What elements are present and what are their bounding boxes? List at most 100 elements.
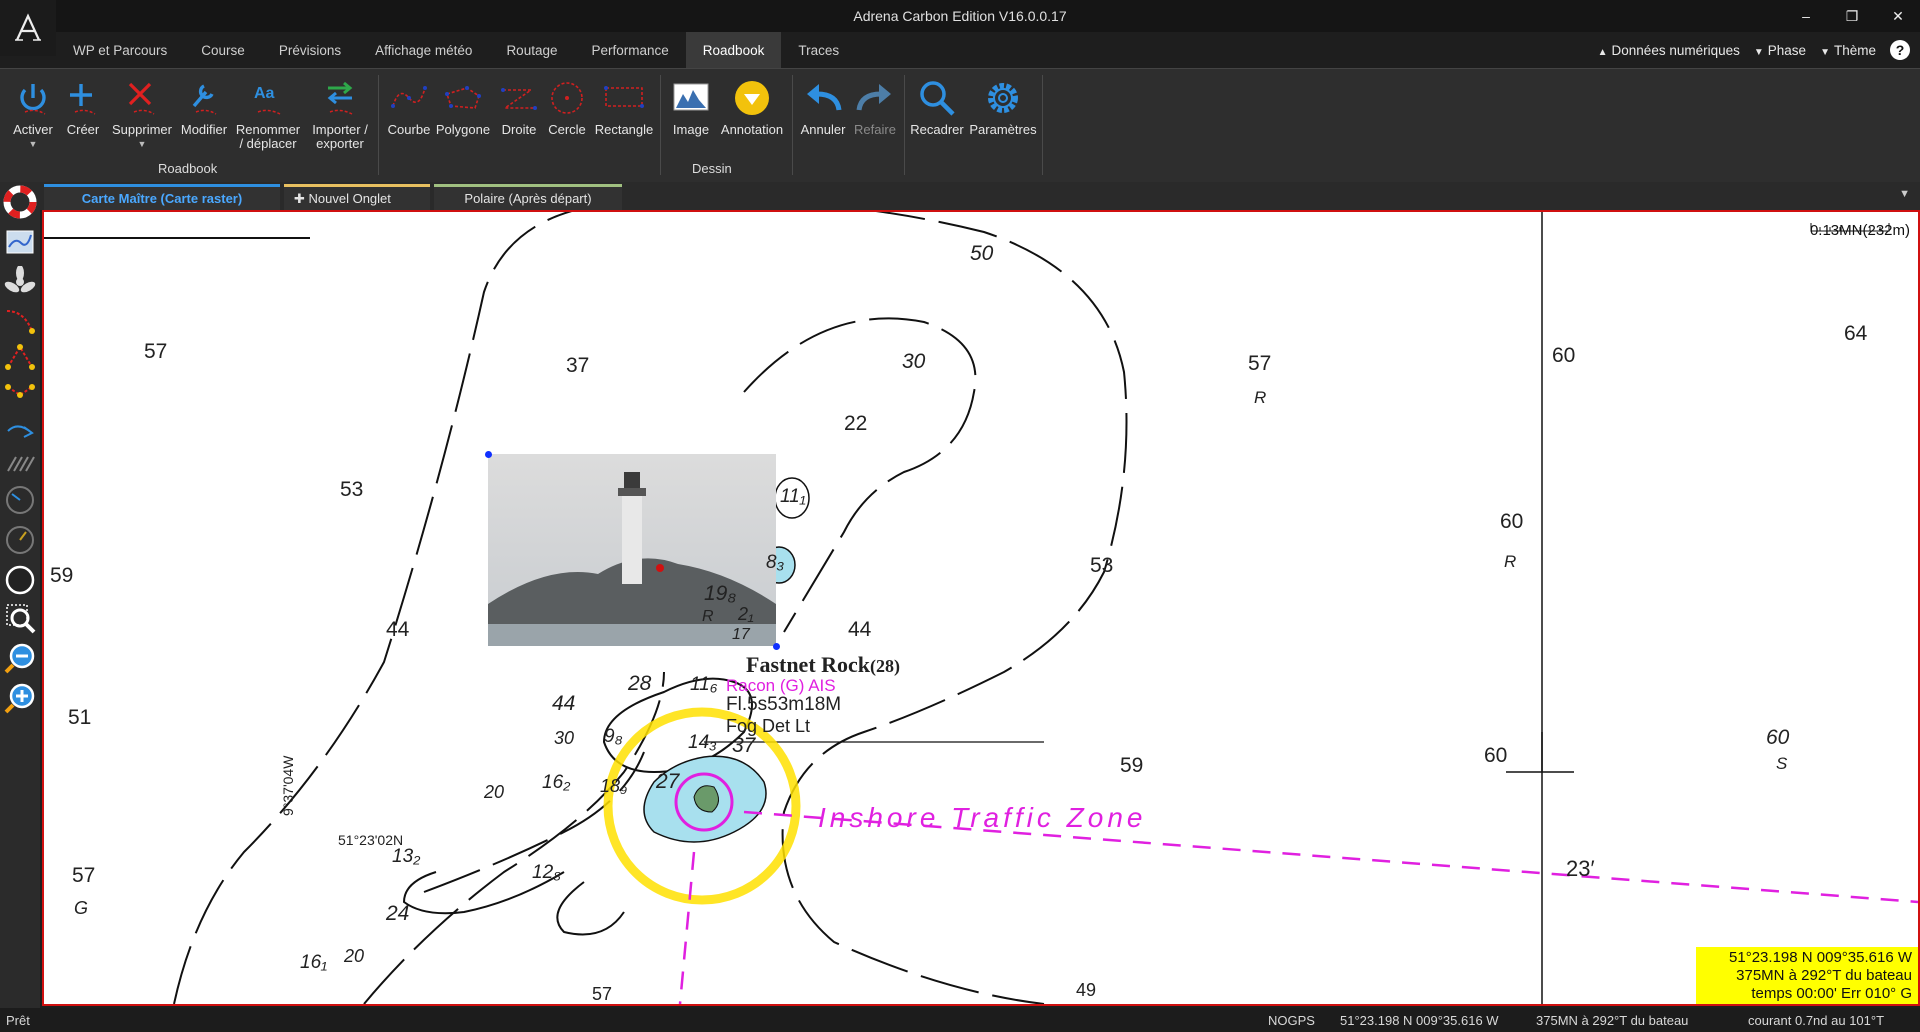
- chart-symbol: R: [702, 608, 714, 625]
- polygone-button[interactable]: Polygone: [434, 73, 492, 137]
- restore-button[interactable]: ❐: [1834, 4, 1870, 28]
- polygon-icon: [434, 73, 492, 123]
- image-handle-top-left[interactable]: [485, 451, 492, 458]
- chart-tabs-bar: Carte Maître (Carte raster) ✚ Nouvel Ong…: [0, 182, 1920, 210]
- depth-sounding: 53: [1090, 554, 1114, 577]
- minute-label: 23′: [1566, 856, 1595, 881]
- tab-carte-maitre[interactable]: Carte Maître (Carte raster): [44, 184, 280, 210]
- importer-exporter-button[interactable]: Importer / exporter: [304, 73, 376, 151]
- chart-icon[interactable]: [2, 224, 38, 260]
- depth-sounding: 20: [484, 782, 505, 802]
- light-characteristics-label: Fl.5s53m18M: [726, 694, 842, 715]
- route-icon[interactable]: [2, 302, 38, 338]
- recadrer-button[interactable]: Recadrer: [908, 73, 966, 137]
- depth-sounding: 28: [628, 672, 652, 695]
- gust-icon[interactable]: [2, 444, 38, 480]
- creer-button[interactable]: Créer: [58, 73, 108, 137]
- compass-icon[interactable]: [2, 562, 38, 598]
- tab-course[interactable]: Course: [184, 32, 262, 68]
- depth-sounding: 30: [554, 728, 575, 748]
- inshore-traffic-zone-label: Inshore Traffic Zone: [818, 802, 1147, 833]
- rectangle-button[interactable]: Rectangle: [592, 73, 656, 137]
- ribbon-separator: [378, 75, 379, 175]
- chart-symbol: R: [1254, 388, 1267, 407]
- modifier-button[interactable]: Modifier: [176, 73, 232, 137]
- activer-button[interactable]: Activer ▼: [8, 73, 58, 151]
- droite-button[interactable]: Droite: [494, 73, 544, 137]
- cercle-button[interactable]: Cercle: [544, 73, 590, 137]
- help-icon[interactable]: ?: [1890, 40, 1910, 60]
- depth-sounding: 59: [50, 564, 74, 587]
- minimize-button[interactable]: –: [1788, 4, 1824, 28]
- depth-sounding: 12₈: [532, 862, 562, 883]
- depth-sounding: 30: [902, 350, 926, 373]
- lifebuoy-icon[interactable]: [2, 184, 38, 220]
- annotation-button[interactable]: Annotation: [718, 73, 786, 137]
- left-toolbar: [0, 182, 40, 1012]
- refaire-button[interactable]: Refaire: [850, 73, 900, 137]
- ribbon-separator: [660, 75, 661, 175]
- renommer-button[interactable]: Aa Renommer / déplacer: [232, 73, 304, 151]
- tab-routage[interactable]: Routage: [489, 32, 574, 68]
- delete-x-icon: [108, 73, 176, 123]
- phase-dropdown[interactable]: ▼ Phase: [1754, 43, 1806, 58]
- depth-sounding: 22: [844, 412, 868, 435]
- tab-traces[interactable]: Traces: [781, 32, 856, 68]
- nautical-chart-map[interactable]: 57 37 50 30 22 57 60 64 53 11₁ 60 8₃ 53 …: [42, 210, 1920, 1006]
- chart-symbol: G: [74, 898, 89, 918]
- cursor-info-box: 51°23.198 N 009°35.616 W 375MN à 292°T d…: [1696, 947, 1918, 1004]
- scale-ruler-icon: [1810, 223, 1890, 232]
- app-logo-icon[interactable]: [0, 0, 56, 56]
- close-button[interactable]: ✕: [1880, 4, 1916, 28]
- chart-symbol: S: [1776, 754, 1788, 773]
- tab-wp-parcours[interactable]: WP et Parcours: [56, 32, 184, 68]
- depth-sounding: 19₈: [704, 582, 737, 605]
- chevron-down-icon[interactable]: ▼: [1899, 188, 1910, 200]
- chart-symbol: R: [1504, 552, 1517, 571]
- tab-nouvel-onglet[interactable]: ✚ Nouvel Onglet: [284, 184, 430, 210]
- theme-dropdown[interactable]: ▼ Thème: [1820, 43, 1876, 58]
- window-title: Adrena Carbon Edition V16.0.0.17: [853, 8, 1067, 24]
- rename-icon: Aa: [232, 73, 304, 123]
- compass-dial-icon[interactable]: [2, 482, 38, 518]
- depth-sounding: 44: [552, 692, 576, 715]
- depth-sounding: 64: [1844, 322, 1868, 345]
- image-button[interactable]: Image: [664, 73, 718, 137]
- fog-light-label: Fog Det Lt: [726, 716, 811, 736]
- wind-dial-icon[interactable]: [2, 522, 38, 558]
- track-icon[interactable]: [2, 408, 38, 444]
- lighthouse-image[interactable]: [488, 454, 776, 646]
- redo-icon: [850, 73, 900, 123]
- scale-bar: 0.13MN(232m): [1809, 222, 1910, 239]
- ribbon-separator: [1042, 75, 1043, 175]
- zoom-area-icon[interactable]: [2, 600, 38, 636]
- zoom-in-icon[interactable]: [2, 680, 38, 716]
- waypoints-icon[interactable]: [2, 338, 38, 374]
- parametres-button[interactable]: Paramètres: [966, 73, 1040, 137]
- power-icon: [8, 73, 58, 123]
- gear-icon: [966, 73, 1040, 123]
- tab-previsions[interactable]: Prévisions: [262, 32, 358, 68]
- annuler-button[interactable]: Annuler: [796, 73, 850, 137]
- depth-sounding: 24: [386, 902, 410, 925]
- depth-sounding: 60: [1500, 510, 1524, 533]
- depth-sounding: 57: [144, 340, 168, 363]
- ribbon-tabs: WP et Parcours Course Prévisions Afficha…: [56, 32, 856, 68]
- tab-affichage-meteo[interactable]: Affichage météo: [358, 32, 489, 68]
- zoom-out-icon[interactable]: [2, 640, 38, 676]
- propeller-icon[interactable]: [2, 264, 38, 300]
- courbe-button[interactable]: Courbe: [384, 73, 434, 137]
- roadbook-group-label: Roadbook: [158, 161, 218, 176]
- tab-roadbook[interactable]: Roadbook: [685, 32, 782, 68]
- waypoints-alt-icon[interactable]: [2, 374, 38, 410]
- numeric-data-toggle[interactable]: ▲ Données numériques: [1598, 43, 1740, 58]
- tab-polaire[interactable]: Polaire (Après départ): [434, 184, 622, 210]
- depth-sounding: 2₁: [738, 604, 754, 624]
- rectangle-icon: [592, 73, 656, 123]
- chart-contours: [44, 212, 1918, 1004]
- image-handle-bottom-right[interactable]: [773, 643, 780, 650]
- dessin-group-label: Dessin: [692, 161, 732, 176]
- supprimer-button[interactable]: Supprimer ▼: [108, 73, 176, 151]
- curve-icon: [384, 73, 434, 123]
- tab-performance[interactable]: Performance: [574, 32, 685, 68]
